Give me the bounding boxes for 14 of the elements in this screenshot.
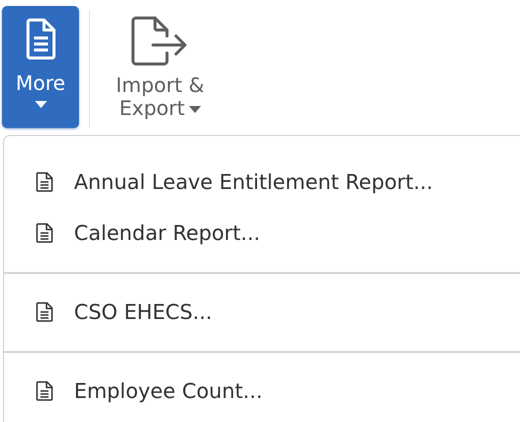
document-icon — [36, 172, 53, 192]
menu-item[interactable]: Annual Leave Entitlement Report... — [4, 156, 520, 207]
file-export-icon — [131, 16, 189, 66]
document-icon — [36, 302, 53, 322]
menu-item[interactable]: CSO EHECS... — [4, 287, 520, 337]
document-icon — [26, 18, 56, 60]
document-icon — [36, 381, 53, 401]
caret-icon — [34, 101, 46, 108]
import-export-button[interactable]: Import & Export — [100, 6, 220, 128]
document-icon — [36, 222, 53, 242]
menu-item[interactable]: Employee Count... — [4, 366, 520, 416]
caret-icon — [188, 106, 201, 114]
more-button[interactable]: More — [2, 6, 79, 128]
menu-item[interactable]: Calendar Report... — [4, 207, 520, 258]
